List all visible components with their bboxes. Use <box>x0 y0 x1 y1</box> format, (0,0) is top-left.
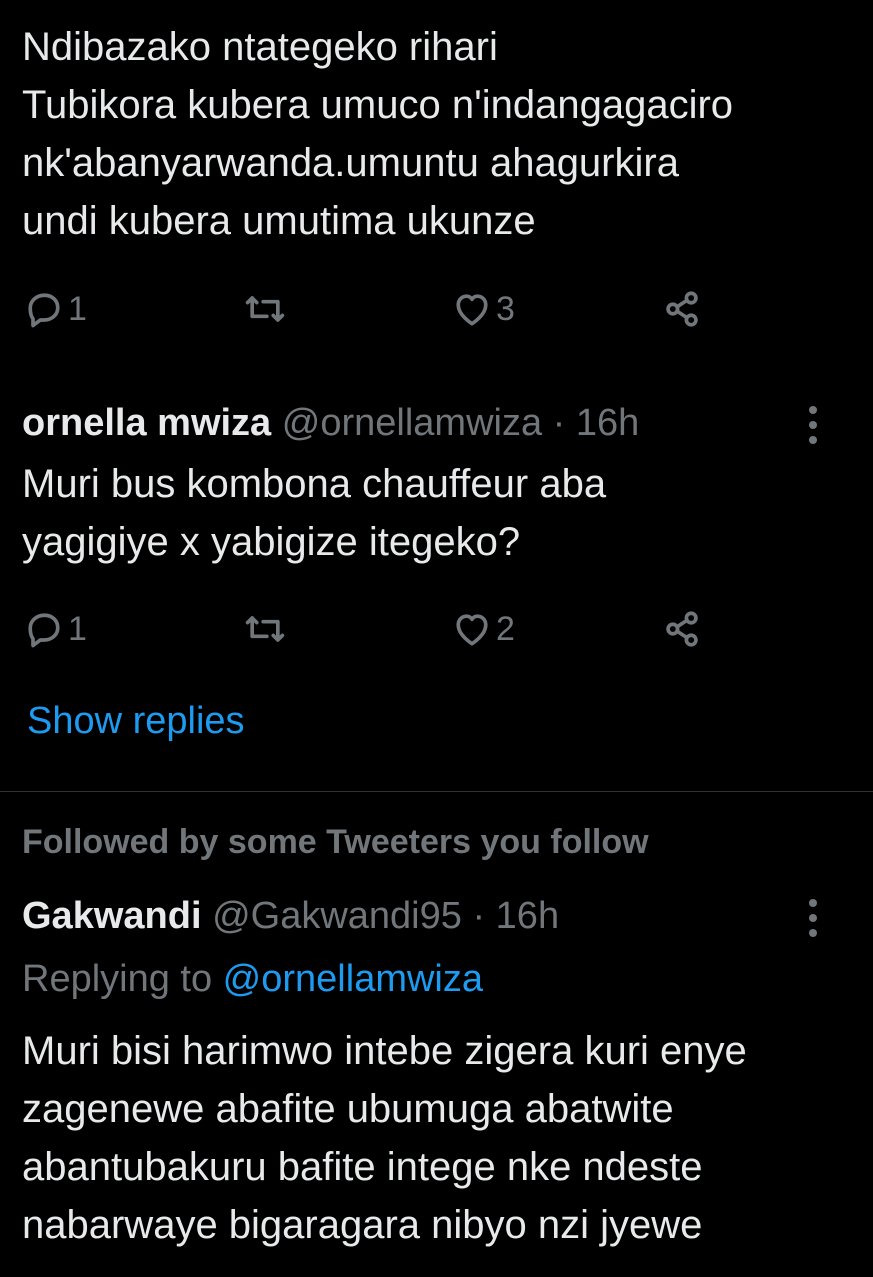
handle[interactable]: @ornellamwiza <box>282 402 542 444</box>
more-icon <box>809 406 817 414</box>
tweet-text: Muri bus kombona chauffeur aba yagigiye … <box>22 462 607 564</box>
share-button[interactable] <box>660 607 704 651</box>
tweet-text: Muri bisi harimwo intebe zigera kuri eny… <box>22 1029 747 1247</box>
reply-button[interactable]: 1 <box>22 607 87 651</box>
reply-count: 1 <box>68 609 87 648</box>
display-name[interactable]: ornella mwiza <box>22 402 271 444</box>
reply-button[interactable]: 1 <box>22 287 87 331</box>
more-options-button[interactable] <box>809 899 819 937</box>
share-icon <box>666 291 698 327</box>
timestamp[interactable]: 16h <box>496 895 559 937</box>
like-button[interactable]: 2 <box>450 607 515 651</box>
timestamp[interactable]: 16h <box>576 402 639 444</box>
like-count: 2 <box>496 609 515 648</box>
retweet-icon <box>245 616 285 642</box>
like-count: 3 <box>496 289 515 328</box>
reply-icon <box>28 613 60 648</box>
tweet-text: Ndibazako ntategeko rihari Tubikora kube… <box>22 25 734 243</box>
more-options-button[interactable] <box>809 406 819 444</box>
divider <box>0 791 873 792</box>
tweet-header: Gakwandi @Gakwandi95 · 16h <box>22 895 559 938</box>
display-name[interactable]: Gakwandi <box>22 895 202 937</box>
retweet-button[interactable] <box>243 287 287 331</box>
reply-count: 1 <box>68 289 87 328</box>
tweet-header: ornella mwiza @ornellamwiza · 16h <box>22 402 639 445</box>
separator: · <box>461 895 496 937</box>
separator: · <box>542 402 576 444</box>
share-button[interactable] <box>660 287 704 331</box>
like-icon <box>456 294 488 326</box>
show-replies-link[interactable]: Show replies <box>27 700 245 743</box>
replying-handle-link[interactable]: @ornellamwiza <box>223 958 483 1000</box>
share-icon <box>666 611 698 647</box>
reply-icon <box>28 293 60 328</box>
like-icon <box>456 614 488 646</box>
like-button[interactable]: 3 <box>450 287 515 331</box>
more-icon <box>809 899 817 907</box>
replying-prefix: Replying to <box>22 958 223 1000</box>
retweet-icon <box>245 296 285 322</box>
handle[interactable]: @Gakwandi95 <box>212 895 462 937</box>
retweet-button[interactable] <box>243 607 287 651</box>
replying-to: Replying to @ornellamwiza <box>22 958 483 1001</box>
social-context: Followed by some Tweeters you follow <box>22 823 649 861</box>
